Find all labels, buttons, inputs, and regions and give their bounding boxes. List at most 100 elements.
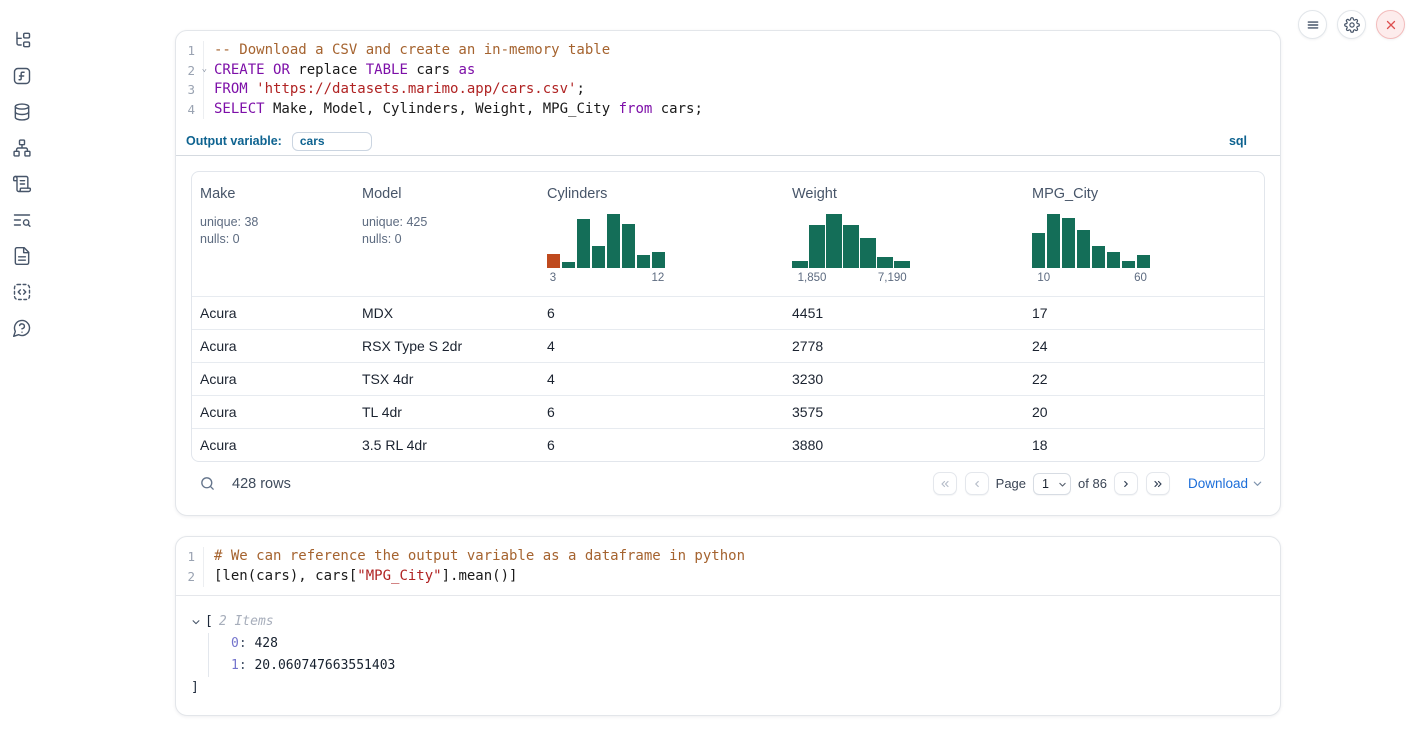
column-title: Model [362, 186, 533, 204]
snippets-icon[interactable] [0, 274, 44, 310]
code-line[interactable]: 1# We can reference the output variable … [176, 547, 1280, 567]
python-cell: 1# We can reference the output variable … [175, 536, 1281, 715]
table-row[interactable]: AcuraTL 4dr6357520 [192, 395, 1264, 428]
histogram-bar [1137, 255, 1150, 269]
download-button[interactable]: Download [1188, 476, 1263, 491]
python-output: [ 2 Items 0: 4281: 20.060747663551403 ] [176, 596, 1280, 715]
search-button[interactable] [199, 475, 216, 492]
page-select[interactable]: 1 [1033, 473, 1071, 495]
close-bracket: ] [191, 680, 199, 695]
code-text: FROM 'https://datasets.marimo.app/cars.c… [204, 80, 585, 100]
column-header-Cylinders[interactable]: Cylinders312 [539, 172, 784, 296]
hamburger-icon [1306, 18, 1320, 32]
table-cell: RSX Type S 2dr [354, 330, 539, 362]
shutdown-button[interactable] [1376, 10, 1405, 39]
output-list-item: 1: 20.060747663551403 [231, 655, 1280, 677]
chevron-right-icon [1120, 478, 1132, 490]
histogram-bar [652, 252, 665, 268]
column-header-MPG_City[interactable]: MPG_City1060 [1024, 172, 1264, 296]
menu-button[interactable] [1298, 10, 1327, 39]
axis-min-label: 3 [550, 272, 556, 284]
chevron-left-icon [971, 478, 983, 490]
column-header-Weight[interactable]: Weight1,8507,190 [784, 172, 1024, 296]
code-line[interactable]: 3FROM 'https://datasets.marimo.app/cars.… [176, 80, 1280, 100]
table-cell: Acura [192, 297, 354, 329]
data-table: Makeunique: 38nulls: 0Modelunique: 425nu… [191, 171, 1265, 462]
histogram-Cylinders: 312 [547, 214, 778, 286]
table-cell: Acura [192, 330, 354, 362]
code-line[interactable]: 2⌄CREATE OR replace TABLE cars as [176, 61, 1280, 81]
code-text: SELECT Make, Model, Cylinders, Weight, M… [204, 100, 703, 120]
table-cell: 22 [1024, 363, 1264, 395]
code-line[interactable]: 4SELECT Make, Model, Cylinders, Weight, … [176, 100, 1280, 120]
settings-button[interactable] [1337, 10, 1366, 39]
row-count: 428 rows [232, 476, 291, 492]
histogram-bar [792, 261, 808, 269]
histogram-bar [1092, 246, 1105, 269]
histogram-bar [894, 261, 910, 269]
histogram-bar [592, 246, 605, 269]
table-cell: Acura [192, 396, 354, 428]
page-label: Page [996, 476, 1026, 491]
table-cell: 4 [539, 330, 784, 362]
page-total: of 86 [1078, 476, 1107, 491]
previous-page-button[interactable] [965, 472, 989, 495]
table-row[interactable]: AcuraTSX 4dr4323022 [192, 362, 1264, 395]
histogram-MPG_City: 10 60 [1032, 214, 1258, 286]
code-line[interactable]: 1-- Download a CSV and create an in-memo… [176, 41, 1280, 61]
table-row[interactable]: AcuraRSX Type S 2dr4277824 [192, 329, 1264, 362]
pagination: Page 1 of 86 Download [933, 472, 1263, 495]
table-cell: 6 [539, 396, 784, 428]
search-icon [199, 475, 216, 492]
histogram-bar [1122, 261, 1135, 268]
table-cell: 4 [539, 363, 784, 395]
open-bracket: [ [205, 614, 213, 629]
language-badge[interactable]: sql [1229, 134, 1247, 148]
table-footer: 428 rows Page 1 of 86 [191, 465, 1265, 502]
table-cell: MDX [354, 297, 539, 329]
last-page-button[interactable] [1146, 472, 1170, 495]
column-header-Model[interactable]: Modelunique: 425nulls: 0 [354, 172, 539, 296]
chevron-down-icon [1252, 478, 1263, 489]
output-items: 0: 4281: 20.060747663551403 [208, 633, 1280, 677]
table-row[interactable]: AcuraMDX6445117 [192, 296, 1264, 329]
help-icon[interactable] [0, 310, 44, 346]
logs-search-icon[interactable] [0, 202, 44, 238]
table-cell: 4451 [784, 297, 1024, 329]
first-page-button[interactable] [933, 472, 957, 495]
dependency-graph-icon[interactable] [0, 130, 44, 166]
line-number: 4 [176, 100, 204, 120]
table-header-row: Makeunique: 38nulls: 0Modelunique: 425nu… [192, 172, 1264, 296]
histogram-bar [1077, 230, 1090, 268]
table-cell: TL 4dr [354, 396, 539, 428]
items-count-label: 2 Items [219, 614, 274, 629]
fold-chevron-icon[interactable]: ⌄ [202, 64, 207, 74]
chevrons-left-icon [939, 478, 951, 490]
helper-sidebar [0, 0, 44, 729]
table-cell: Acura [192, 363, 354, 395]
documentation-icon[interactable] [0, 238, 44, 274]
collapse-chevron-icon[interactable] [191, 617, 201, 627]
table-cell: 2778 [784, 330, 1024, 362]
file-tree-icon[interactable] [0, 22, 44, 58]
database-icon[interactable] [0, 94, 44, 130]
scratchpad-icon[interactable] [0, 166, 44, 202]
table-cell: 6 [539, 297, 784, 329]
histogram-bar [809, 225, 825, 268]
next-page-button[interactable] [1114, 472, 1138, 495]
axis-min-label: 10 [1037, 272, 1050, 284]
table-row[interactable]: Acura3.5 RL 4dr6388018 [192, 428, 1264, 461]
line-number: 1 [176, 547, 204, 567]
histogram-bar [877, 257, 893, 269]
line-number: 2 [176, 567, 204, 587]
function-icon[interactable] [0, 58, 44, 94]
column-header-Make[interactable]: Makeunique: 38nulls: 0 [192, 172, 354, 296]
output-variable-input[interactable] [292, 132, 372, 151]
python-code-editor[interactable]: 1# We can reference the output variable … [176, 537, 1280, 594]
histogram-bar [607, 214, 620, 268]
histogram-bar [843, 225, 859, 268]
axis-max-label: 60 [1134, 272, 1147, 284]
column-stat: unique: 425 [362, 214, 533, 231]
code-line[interactable]: 2[len(cars), cars["MPG_City"].mean()] [176, 567, 1280, 587]
sql-code-editor[interactable]: 1-- Download a CSV and create an in-memo… [176, 31, 1280, 127]
